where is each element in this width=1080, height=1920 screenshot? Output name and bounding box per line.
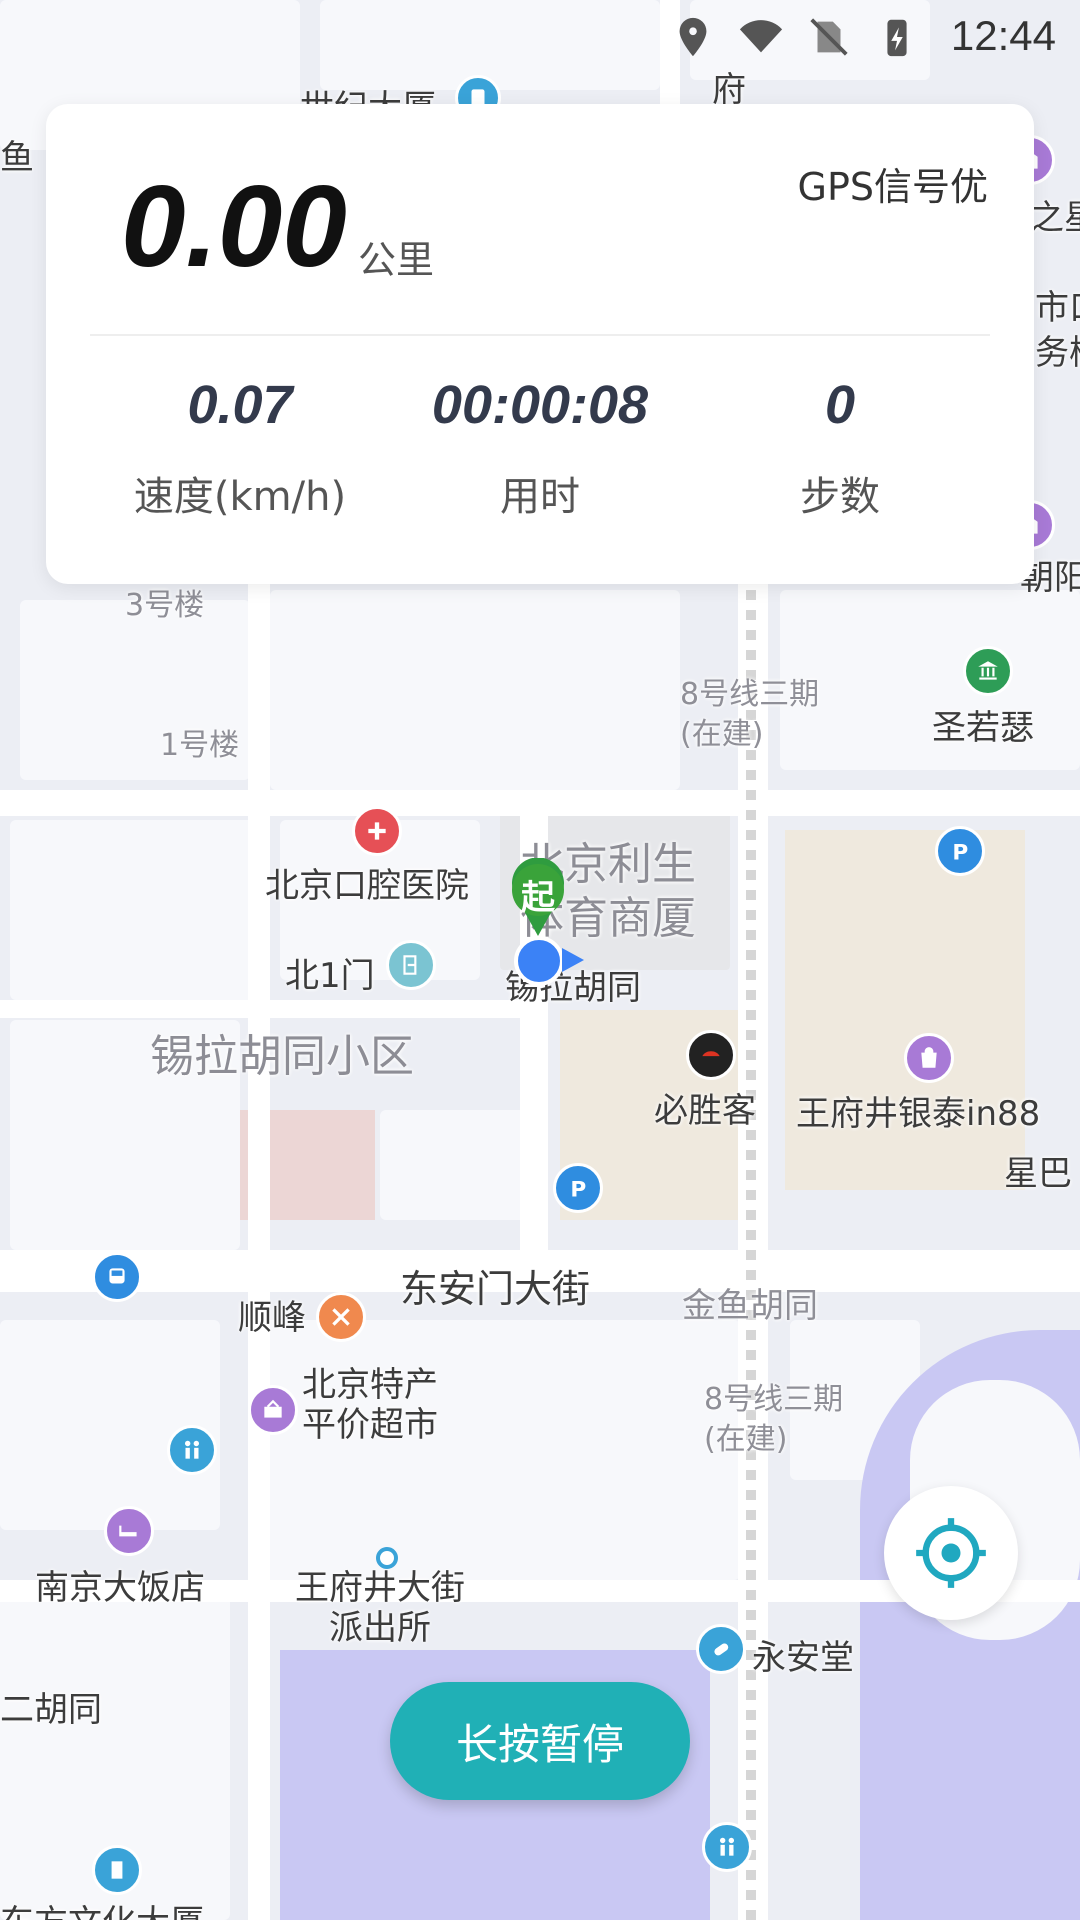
map-label: 北1门 <box>285 956 375 996</box>
map-label: 王府井银泰in88 <box>796 1094 1041 1134</box>
pharmacy-icon[interactable] <box>696 1624 746 1674</box>
status-bar: 12:44 <box>0 0 1080 76</box>
current-location-dot <box>514 936 564 986</box>
police-station-icon[interactable] <box>376 1547 398 1569</box>
parking-icon[interactable]: P <box>935 826 985 876</box>
pizzahut-logo-icon[interactable] <box>686 1030 736 1080</box>
map-label: 市口 <box>1035 288 1080 328</box>
start-marker-label: 起 <box>521 878 555 918</box>
hospital-icon[interactable] <box>352 806 402 856</box>
speed-label: 速度(km/h) <box>133 474 347 520</box>
map-label: 东安门大街 <box>400 1267 591 1311</box>
parking-icon[interactable]: P <box>553 1163 603 1213</box>
wifi-icon <box>739 20 783 53</box>
building-info-icon[interactable] <box>92 1845 142 1895</box>
steps-label: 步数 <box>800 474 880 520</box>
toilet-icon[interactable] <box>702 1822 752 1872</box>
gate-icon[interactable] <box>386 940 436 990</box>
steps-value: 0 <box>824 375 856 435</box>
duration-stat: 00:00:08 用时 <box>390 374 690 522</box>
map-label: 二胡同 <box>0 1690 102 1730</box>
crosshair-icon <box>916 1518 986 1588</box>
distance-value: 0.00 <box>121 161 347 291</box>
map-label: 鱼 <box>0 138 34 178</box>
map-label: 金鱼胡同 <box>682 1286 818 1326</box>
toilet-icon[interactable] <box>167 1425 217 1475</box>
map-label: 务楼 <box>1035 333 1080 373</box>
map-label: 永安堂 <box>752 1638 854 1678</box>
status-time: 12:44 <box>950 12 1056 59</box>
speed-value: 0.07 <box>187 375 293 435</box>
map-label: 3号楼 <box>125 588 205 623</box>
speed-stat: 0.07 速度(km/h) <box>90 374 390 522</box>
map-label: 南京大饭店 <box>35 1568 205 1608</box>
map-label: 8号线三期(在建) <box>680 677 820 752</box>
svg-text:P: P <box>570 1178 586 1201</box>
shopping-bag-icon[interactable] <box>904 1033 954 1083</box>
divider <box>90 334 990 336</box>
map-label: 顺峰 <box>238 1298 306 1338</box>
bus-stop-icon[interactable] <box>92 1252 142 1302</box>
recenter-location-button[interactable] <box>884 1486 1018 1620</box>
duration-label: 用时 <box>500 474 580 520</box>
steps-stat: 0 步数 <box>690 374 990 522</box>
distance-unit: 公里 <box>358 238 435 282</box>
location-status-icon <box>679 17 707 57</box>
church-icon[interactable] <box>963 646 1013 696</box>
svg-text:P: P <box>952 841 968 864</box>
supermarket-icon[interactable] <box>248 1385 298 1435</box>
battery-charging-icon <box>887 19 907 57</box>
map-label: 锡拉胡同小区 <box>150 1031 414 1082</box>
restaurant-icon[interactable] <box>316 1292 366 1342</box>
map-label: 8号线三期(在建) <box>704 1382 844 1457</box>
map-label: 1号楼 <box>160 728 240 763</box>
map-label: 王府井大街派出所 <box>295 1568 465 1648</box>
no-sim-icon <box>810 18 848 56</box>
map-label: 之星 <box>1030 198 1080 238</box>
map-label: 北京特产平价超市 <box>302 1365 438 1445</box>
hotel-icon[interactable] <box>104 1506 154 1556</box>
direction-arrow-icon <box>562 948 584 972</box>
duration-value: 00:00:08 <box>431 375 649 435</box>
gps-signal-status: GPS信号优 <box>797 165 988 209</box>
start-marker[interactable]: 起 <box>506 857 570 938</box>
tracking-stats-card: 0.00 公里 GPS信号优 0.07 速度(km/h) 00:00:08 用时… <box>46 104 1034 584</box>
map-label: 必胜客 <box>654 1091 756 1131</box>
map-label: 圣若瑟 <box>932 708 1034 748</box>
map-label: 东方文化大厦 <box>0 1895 204 1920</box>
map-label: 星巴 <box>1004 1154 1072 1194</box>
long-press-pause-button[interactable]: 长按暂停 <box>390 1682 690 1800</box>
map-label: 北京口腔医院 <box>265 866 469 906</box>
